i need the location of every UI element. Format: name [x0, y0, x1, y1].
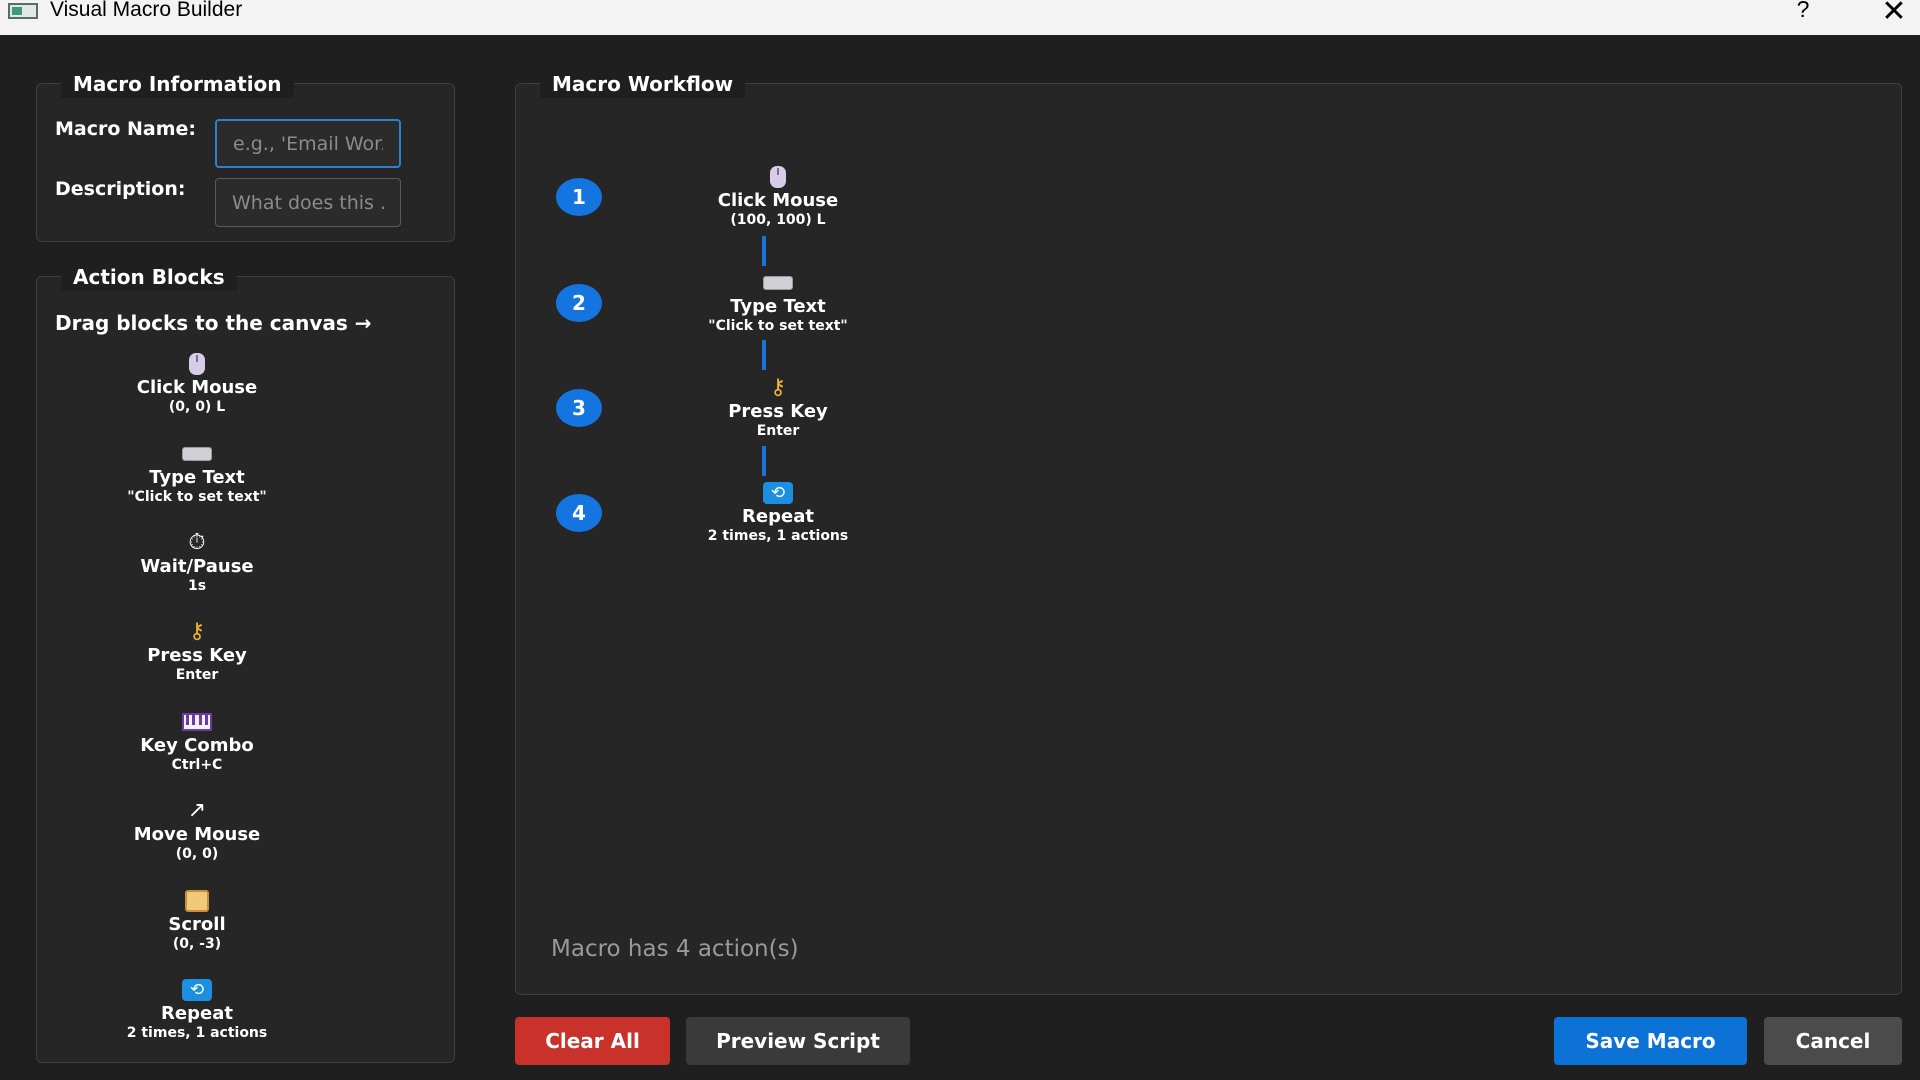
block-subtitle: (0, -3) — [172, 936, 222, 952]
app-icon — [8, 3, 38, 19]
block-subtitle: (0, 0) — [175, 846, 219, 862]
workflow-step-type-text[interactable]: Type Text "Click to set text" — [678, 270, 878, 334]
block-subtitle: Enter — [175, 667, 219, 683]
piano-keys-icon — [182, 713, 212, 731]
block-title: Click Mouse — [136, 377, 258, 398]
close-button[interactable]: ✕ — [1876, 0, 1912, 28]
action-block-scroll[interactable]: Scroll (0, -3) — [97, 888, 297, 952]
block-subtitle: Ctrl+C — [171, 757, 223, 773]
scroll-icon — [185, 890, 209, 912]
help-button[interactable]: ? — [1788, 0, 1818, 26]
workflow-step-press-key[interactable]: ⚷ Press Key Enter — [678, 375, 878, 439]
block-title: Move Mouse — [133, 824, 261, 845]
block-subtitle: "Click to set text" — [127, 489, 267, 505]
action-block-press-key[interactable]: ⚷ Press Key Enter — [97, 619, 297, 683]
clear-all-button[interactable]: Clear All — [515, 1017, 670, 1065]
group-title-macro-information: Macro Information — [61, 70, 294, 98]
block-title: Repeat — [161, 1003, 233, 1024]
action-blocks-group: Action Blocks Drag blocks to the canvas … — [36, 263, 455, 1063]
step-connector — [762, 340, 766, 370]
workflow-step-repeat[interactable]: ⟲ Repeat 2 times, 1 actions — [678, 480, 878, 544]
macro-information-group: Macro Information Macro Name: Descriptio… — [36, 70, 455, 242]
macro-name-input[interactable] — [215, 119, 401, 168]
action-block-key-combo[interactable]: Key Combo Ctrl+C — [97, 709, 297, 773]
mouse-icon — [189, 353, 205, 375]
save-macro-button[interactable]: Save Macro — [1554, 1017, 1747, 1065]
workflow-step-click-mouse[interactable]: Click Mouse (100, 100) L — [678, 164, 878, 228]
step-badge-2[interactable]: 2 — [556, 284, 602, 322]
block-subtitle: 2 times, 1 actions — [126, 1025, 268, 1041]
repeat-icon: ⟲ — [763, 482, 793, 504]
stopwatch-icon: ⏱ — [188, 530, 206, 555]
macro-name-label: Macro Name: — [55, 118, 197, 140]
action-block-click-mouse[interactable]: Click Mouse (0, 0) L — [97, 351, 297, 415]
action-block-wait-pause[interactable]: ⏱ Wait/Pause 1s — [97, 530, 297, 594]
cancel-button[interactable]: Cancel — [1764, 1017, 1902, 1065]
group-title-action-blocks: Action Blocks — [61, 263, 237, 291]
title-bar: Visual Macro Builder ? ✕ — [0, 0, 1920, 35]
key-icon: ⚷ — [188, 619, 206, 644]
action-block-type-text[interactable]: Type Text "Click to set text" — [97, 441, 297, 505]
preview-script-button[interactable]: Preview Script — [686, 1017, 910, 1065]
block-title: Press Key — [147, 645, 247, 666]
step-connector — [762, 446, 766, 476]
step-title: Press Key — [728, 401, 828, 422]
block-subtitle: (0, 0) L — [168, 399, 226, 415]
block-title: Key Combo — [140, 735, 254, 756]
group-title-macro-workflow: Macro Workflow — [540, 70, 746, 98]
action-block-repeat[interactable]: ⟲ Repeat 2 times, 1 actions — [97, 977, 297, 1041]
step-connector — [762, 236, 766, 266]
action-block-move-mouse[interactable]: ↗ Move Mouse (0, 0) — [97, 798, 297, 862]
keyboard-icon — [182, 447, 212, 461]
arrow-up-right-icon: ↗ — [187, 798, 207, 823]
step-badge-1[interactable]: 1 — [556, 178, 602, 216]
drag-hint: Drag blocks to the canvas → — [55, 311, 372, 335]
block-title: Type Text — [149, 467, 245, 488]
keyboard-icon — [763, 276, 793, 290]
description-label: Description: — [55, 178, 186, 200]
step-title: Type Text — [730, 296, 826, 317]
block-title: Scroll — [168, 914, 226, 935]
mouse-icon — [770, 166, 786, 188]
step-subtitle: "Click to set text" — [708, 318, 848, 334]
step-badge-3[interactable]: 3 — [556, 389, 602, 427]
key-icon: ⚷ — [769, 375, 787, 400]
step-subtitle: 2 times, 1 actions — [707, 528, 849, 544]
description-input[interactable] — [215, 178, 401, 227]
step-title: Click Mouse — [717, 190, 839, 211]
step-subtitle: (100, 100) L — [730, 212, 826, 228]
macro-status-text: Macro has 4 action(s) — [551, 936, 799, 962]
step-title: Repeat — [742, 506, 814, 527]
step-subtitle: Enter — [756, 423, 800, 439]
macro-workflow-canvas[interactable]: Macro Workflow 1 Click Mouse (100, 100) … — [515, 70, 1902, 995]
step-badge-4[interactable]: 4 — [556, 494, 602, 532]
block-subtitle: 1s — [187, 578, 207, 594]
block-title: Wait/Pause — [140, 556, 254, 577]
repeat-icon: ⟲ — [182, 979, 212, 1001]
window-title: Visual Macro Builder — [50, 0, 243, 21]
